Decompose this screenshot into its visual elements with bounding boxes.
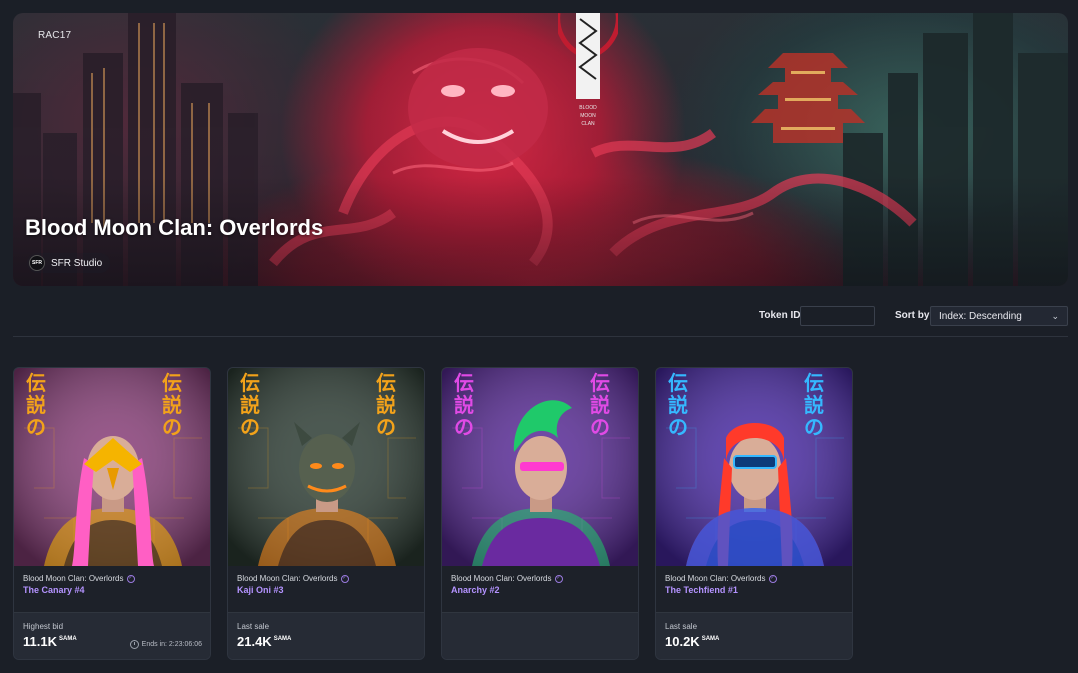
card-footer <box>442 612 638 659</box>
currency-label: SAMA <box>701 636 720 642</box>
svg-text:の: の <box>590 415 610 439</box>
nft-card[interactable]: 伝伝説説のの Blood Moon Clan: Overlords ✓ The … <box>655 367 853 660</box>
character-illustration: 伝伝説 説のの <box>14 368 210 566</box>
character-illustration: 伝伝説 説のの <box>442 368 638 566</box>
sort-selected-value: Index: Descending <box>939 310 1022 322</box>
svg-text:伝: 伝 <box>162 371 182 395</box>
svg-text:説: 説 <box>590 393 610 417</box>
card-footer: Last sale 21.4K SAMA <box>228 612 424 659</box>
card-title: Anarchy #2 <box>451 585 500 595</box>
sort-dropdown[interactable]: Index: Descending ⌄ <box>930 306 1068 326</box>
filter-bar: Token ID Sort by Index: Descending ⌄ <box>13 306 1068 328</box>
svg-text:伝: 伝 <box>376 371 396 395</box>
currency-label: SAMA <box>273 636 292 642</box>
svg-text:伝: 伝 <box>26 371 46 395</box>
svg-text:伝: 伝 <box>590 371 610 395</box>
token-id-input[interactable] <box>800 306 875 326</box>
character-illustration: 伝伝説 説のの <box>228 368 424 566</box>
nft-card[interactable]: 伝伝説説のの Blood Moon Clan: Overlords ✓ The … <box>13 367 211 660</box>
svg-text:伝: 伝 <box>454 371 474 395</box>
nft-card[interactable]: 伝伝説説のの Blood Moon Clan: Overlords ✓ Kaji… <box>227 367 425 660</box>
character-illustration: 伝伝説 説のの <box>656 368 852 566</box>
auction-countdown: Ends in: 2:23:06:06 <box>129 640 202 649</box>
nft-artwork: 伝伝説説のの <box>656 368 852 566</box>
card-title: The Canary #4 <box>23 585 85 595</box>
svg-text:伝: 伝 <box>804 371 824 395</box>
svg-text:CLAN: CLAN <box>581 121 595 127</box>
section-divider <box>13 336 1068 337</box>
card-info: Blood Moon Clan: Overlords ✓ The Techfie… <box>656 566 852 612</box>
card-collection-name: Blood Moon Clan: Overlords ✓ <box>665 574 777 583</box>
svg-text:BLOOD: BLOOD <box>579 105 597 111</box>
creator-avatar: SFR <box>29 255 45 271</box>
token-id-label: Token ID <box>759 310 801 321</box>
svg-text:の: の <box>804 415 824 439</box>
svg-text:MOON: MOON <box>580 113 596 119</box>
nft-artwork: 伝伝説説のの <box>228 368 424 566</box>
price-value: 21.4K SAMA <box>237 634 292 649</box>
nft-artwork: 伝伝説説のの <box>14 368 210 566</box>
price-label: Highest bid <box>23 622 64 631</box>
svg-text:伝: 伝 <box>668 371 688 395</box>
verified-icon: ✓ <box>768 574 777 583</box>
svg-text:説: 説 <box>162 393 182 417</box>
collection-banner: BLOOD MOON CLAN RAC17 Blood Moon Clan: O… <box>13 13 1068 286</box>
card-info: Blood Moon Clan: Overlords ✓ Anarchy #2 <box>442 566 638 612</box>
svg-text:説: 説 <box>804 393 824 417</box>
price-label: Last sale <box>665 622 698 631</box>
chevron-down-icon: ⌄ <box>1051 310 1059 321</box>
sort-label: Sort by <box>895 310 930 321</box>
svg-text:の: の <box>376 415 396 439</box>
svg-text:説: 説 <box>26 393 46 417</box>
card-title: The Techfiend #1 <box>665 585 738 595</box>
svg-text:の: の <box>240 415 260 439</box>
svg-text:説: 説 <box>454 393 474 417</box>
clock-icon <box>129 640 139 649</box>
collection-title: Blood Moon Clan: Overlords <box>25 215 324 240</box>
price-value: 10.2K SAMA <box>665 634 720 649</box>
price-label: Last sale <box>237 622 270 631</box>
card-title: Kaji Oni #3 <box>237 585 284 595</box>
card-collection-name: Blood Moon Clan: Overlords ✓ <box>23 574 135 583</box>
card-info: Blood Moon Clan: Overlords ✓ Kaji Oni #3 <box>228 566 424 612</box>
svg-text:説: 説 <box>668 393 688 417</box>
svg-text:の: の <box>26 415 46 439</box>
card-collection-name: Blood Moon Clan: Overlords ✓ <box>451 574 563 583</box>
verified-icon: ✓ <box>340 574 349 583</box>
card-collection-name: Blood Moon Clan: Overlords ✓ <box>237 574 349 583</box>
collection-code: RAC17 <box>38 30 72 41</box>
nft-card[interactable]: 伝伝説説のの Blood Moon Clan: Overlords ✓ Anar… <box>441 367 639 660</box>
clan-logo-icon: BLOOD MOON CLAN <box>558 13 618 127</box>
svg-text:説: 説 <box>240 393 260 417</box>
creator-name: SFR Studio <box>51 257 103 269</box>
currency-label: SAMA <box>58 636 77 642</box>
card-footer: Last sale 10.2K SAMA <box>656 612 852 659</box>
svg-text:の: の <box>668 415 688 439</box>
svg-text:説: 説 <box>376 393 396 417</box>
nft-artwork: 伝伝説説のの <box>442 368 638 566</box>
svg-text:伝: 伝 <box>240 371 260 395</box>
svg-text:の: の <box>162 415 182 439</box>
card-info: Blood Moon Clan: Overlords ✓ The Canary … <box>14 566 210 612</box>
creator-link[interactable]: SFR SFR Studio <box>27 253 111 273</box>
card-footer: Highest bid 11.1K SAMA Ends in: 2:23:06:0… <box>14 612 210 659</box>
svg-text:の: の <box>454 415 474 439</box>
verified-icon: ✓ <box>554 574 563 583</box>
verified-icon: ✓ <box>126 574 135 583</box>
